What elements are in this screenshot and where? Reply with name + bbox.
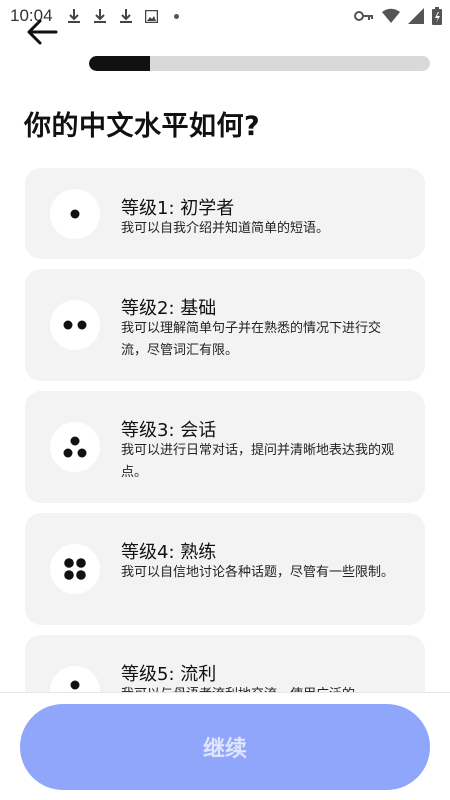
level-option-3[interactable]: 等级3: 会话 我可以进行日常对话，提问并清晰地表达我的观点。 — [25, 391, 425, 503]
back-button[interactable] — [24, 14, 60, 50]
key-icon — [354, 11, 373, 21]
signal-icon — [408, 8, 424, 24]
image-icon — [144, 9, 158, 23]
dot-icon — [173, 13, 179, 19]
level-title: 等级1: 初学者 — [121, 198, 235, 219]
system-status-icons — [354, 7, 442, 25]
continue-button[interactable]: 继续 — [20, 704, 430, 790]
level-option-4[interactable]: 等级4: 熟练 我可以自信地讨论各种话题，尽管有一些限制。 — [25, 513, 425, 625]
level-title: 等级2: 基础 — [121, 298, 217, 319]
three-dots-icon — [50, 422, 100, 472]
download-icon — [67, 9, 80, 23]
level-description: 我可以自我介绍并知道简单的短语。 — [121, 221, 330, 236]
download-icon — [93, 9, 106, 23]
two-dots-icon — [50, 300, 100, 350]
level-option-1[interactable]: 等级1: 初学者 我可以自我介绍并知道简单的短语。 — [25, 168, 425, 259]
four-dots-icon — [50, 544, 100, 594]
level-option-2[interactable]: 等级2: 基础 我可以理解简单句子并在熟悉的情况下进行交流，尽管词汇有限。 — [25, 269, 425, 381]
level-description: 我可以理解简单句子并在熟悉的情况下进行交流，尽管词汇有限。 — [121, 321, 382, 358]
wifi-icon — [382, 8, 400, 23]
level-description: 我可以进行日常对话，提问并清晰地表达我的观点。 — [121, 443, 395, 480]
download-icon — [119, 9, 132, 23]
one-dot-icon — [50, 189, 100, 239]
level-title: 等级4: 熟练 — [121, 542, 217, 563]
progress-bar — [89, 56, 430, 71]
battery-icon — [432, 7, 442, 25]
progress-fill — [89, 56, 151, 71]
page-title: 你的中文水平如何? — [24, 111, 261, 142]
status-bar: 10:04 — [0, 0, 450, 32]
arrow-left-icon — [27, 19, 58, 45]
level-title: 等级3: 会话 — [121, 420, 217, 441]
notification-icons — [67, 8, 179, 24]
level-title: 等级5: 流利 — [121, 664, 217, 685]
level-description: 我可以自信地讨论各种话题，尽管有一些限制。 — [121, 565, 395, 580]
